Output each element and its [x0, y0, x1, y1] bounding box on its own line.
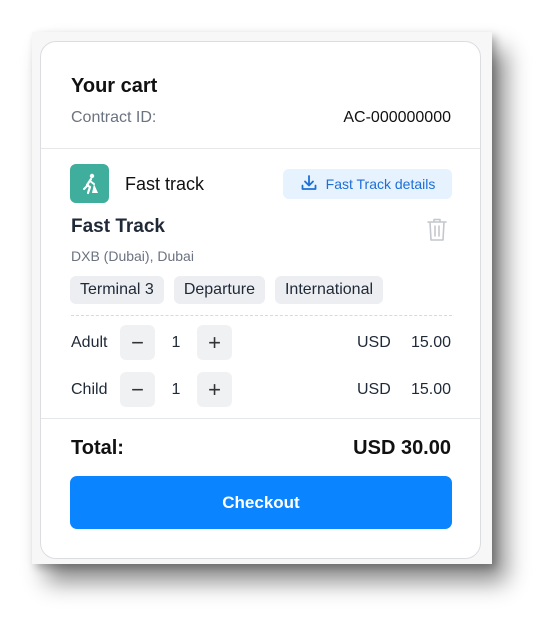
child-increment-button[interactable]: +: [197, 372, 232, 407]
child-quantity-stepper: − 1 +: [120, 372, 232, 407]
divider: [41, 418, 480, 419]
contract-id-label: Contract ID:: [71, 109, 157, 126]
tag-direction: Departure: [173, 276, 265, 304]
dashed-divider: [71, 315, 452, 316]
details-button-label: Fast Track details: [325, 176, 436, 192]
total-label: Total:: [71, 437, 124, 459]
total-value: USD 30.00: [353, 437, 451, 459]
tag-flight-type: International: [274, 276, 384, 304]
checkout-button[interactable]: Checkout: [70, 476, 452, 529]
cart-card: Your cart Contract ID: AC-000000000 Fast…: [40, 41, 481, 559]
child-currency: USD: [357, 381, 391, 398]
divider: [41, 148, 480, 149]
adult-label: Adult: [71, 334, 108, 351]
walking-person-icon: [70, 164, 109, 203]
fast-track-details-button[interactable]: Fast Track details: [283, 169, 452, 199]
tag-terminal: Terminal 3: [70, 276, 164, 304]
product-name: Fast track: [125, 174, 205, 194]
trash-icon[interactable]: [426, 217, 448, 243]
adult-currency: USD: [357, 334, 391, 351]
child-decrement-button[interactable]: −: [120, 372, 155, 407]
adult-quantity: 1: [171, 333, 181, 351]
child-quantity: 1: [171, 380, 181, 398]
adult-quantity-stepper: − 1 +: [120, 325, 232, 360]
child-label: Child: [71, 381, 108, 398]
download-icon: [300, 174, 318, 195]
tag-list: Terminal 3 Departure International: [70, 276, 384, 304]
adult-price: 15.00: [410, 334, 451, 351]
cart-title: Your cart: [71, 75, 158, 97]
item-title: Fast Track: [71, 216, 165, 237]
location: DXB (Dubai), Dubai: [71, 248, 194, 264]
contract-id-value: AC-000000000: [343, 109, 451, 126]
child-price: 15.00: [410, 381, 451, 398]
adult-decrement-button[interactable]: −: [120, 325, 155, 360]
adult-increment-button[interactable]: +: [197, 325, 232, 360]
